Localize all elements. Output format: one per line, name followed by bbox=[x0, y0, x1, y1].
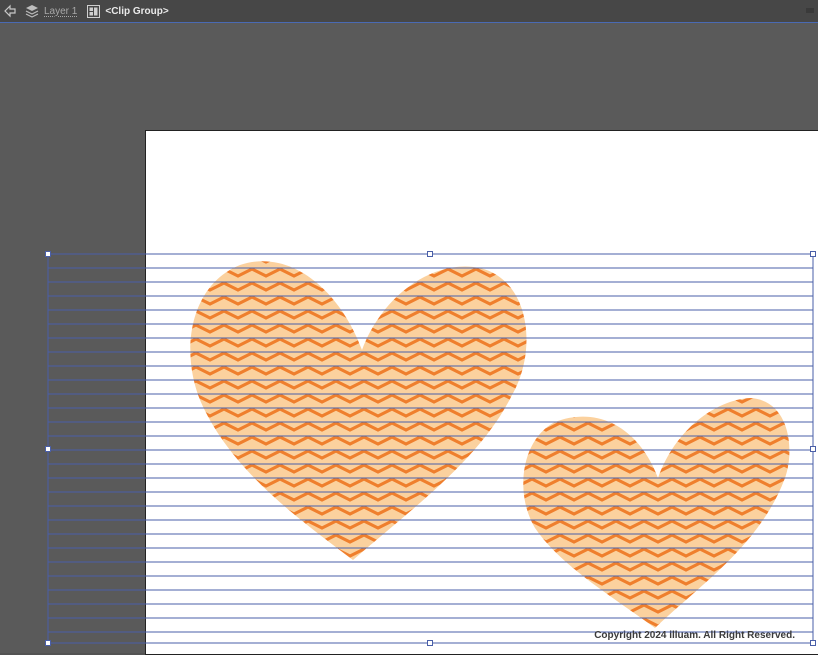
handle-bottom-left bbox=[45, 640, 51, 646]
handle-middle-right bbox=[810, 446, 816, 452]
handle-middle-left bbox=[45, 446, 51, 452]
large-heart[interactable] bbox=[190, 261, 527, 560]
handle-bottom-right bbox=[810, 640, 816, 646]
handle-top-left bbox=[45, 251, 51, 257]
handle-top-center bbox=[427, 251, 433, 257]
artwork-layer bbox=[45, 251, 816, 646]
copyright-text: Copyright 2024 illuam. All Right Reserve… bbox=[594, 630, 795, 641]
small-heart[interactable] bbox=[523, 398, 790, 628]
handle-top-right bbox=[810, 251, 816, 257]
handle-bottom-center bbox=[427, 640, 433, 646]
